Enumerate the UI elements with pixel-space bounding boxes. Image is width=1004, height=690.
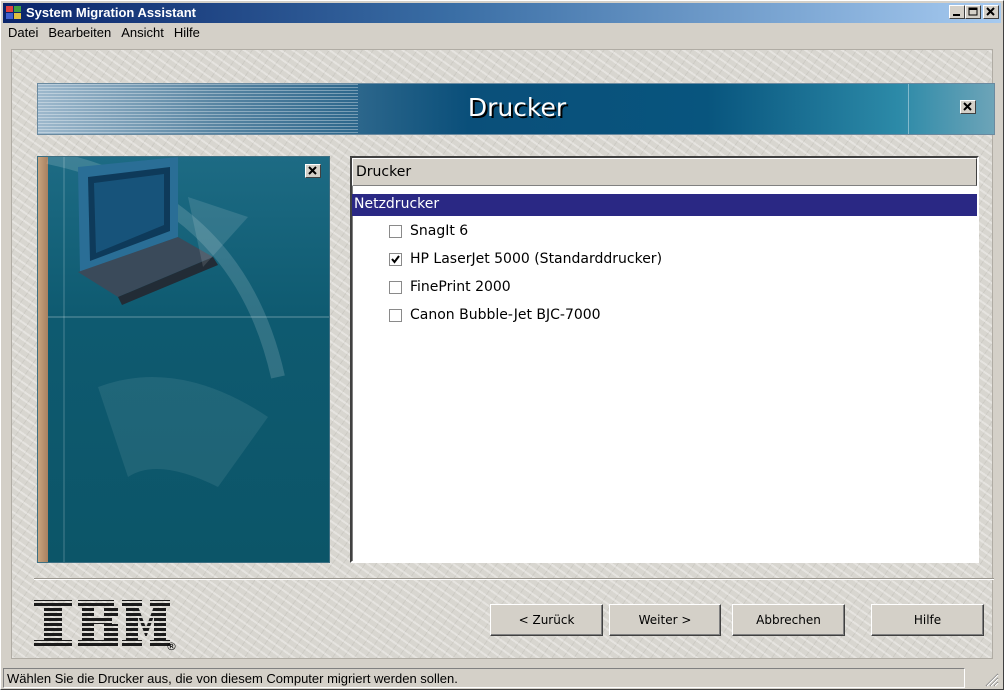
list-column-header[interactable]: Drucker [352,158,977,186]
status-text: Wählen Sie die Drucker aus, die von dies… [3,668,965,688]
panel-close-button[interactable] [305,164,321,178]
printer-list: Drucker Netzdrucker SnagIt 6 HP LaserJet… [350,156,979,563]
wizard-content: Drucker Drucker Netzdrucker SnagIt 6 HP … [11,49,995,659]
printer-item[interactable]: SnagIt 6 [389,220,468,242]
back-button[interactable]: < Zurück [490,604,603,636]
cancel-button[interactable]: Abbrechen [732,604,845,636]
printer-checkbox[interactable] [389,280,402,294]
size-grip-icon[interactable] [983,671,999,687]
help-button[interactable]: Hilfe [871,604,984,636]
close-icon [963,102,972,111]
printer-checkbox[interactable] [389,252,402,266]
footer-divider [34,578,994,580]
computer-illustration [46,157,329,562]
registered-mark: ® [166,640,177,653]
title-bar[interactable]: System Migration Assistant [3,3,1001,23]
menu-item-hilfe[interactable]: Hilfe [169,24,205,43]
close-button[interactable] [983,5,999,19]
printer-checkbox[interactable] [389,224,402,238]
printer-label: Canon Bubble-Jet BJC-7000 [410,307,601,323]
close-icon [986,7,995,16]
maximize-button[interactable] [965,5,981,19]
window-title: System Migration Assistant [26,5,197,20]
printer-item[interactable]: Canon Bubble-Jet BJC-7000 [389,304,601,326]
page-banner: Drucker [37,83,995,135]
app-window: System Migration Assistant Datei Bearbei… [0,0,1004,690]
menu-item-ansicht[interactable]: Ansicht [116,24,169,43]
menu-item-datei[interactable]: Datei [3,24,43,43]
menu-bar: Datei Bearbeiten Ansicht Hilfe [3,24,205,43]
printer-label: SnagIt 6 [410,223,469,239]
illustration-panel [37,156,330,563]
menu-item-bearbeiten[interactable]: Bearbeiten [43,24,116,43]
page-title: Drucker [467,93,567,122]
printer-group-row[interactable]: Netzdrucker [352,194,977,216]
minimize-icon [953,14,960,16]
checkmark-icon [391,254,400,264]
window-controls [949,5,999,19]
close-icon [308,166,317,175]
minimize-button[interactable] [949,5,965,19]
printer-label: HP LaserJet 5000 (Standarddrucker) [410,251,663,267]
printer-item[interactable]: FinePrint 2000 [389,276,511,298]
printer-item[interactable]: HP LaserJet 5000 (Standarddrucker) [389,248,662,270]
next-button[interactable]: Weiter > [609,604,721,636]
banner-close-button[interactable] [960,100,976,114]
maximize-icon [968,7,978,16]
app-icon [6,6,21,19]
ibm-logo [34,600,170,646]
printer-label: FinePrint 2000 [410,279,511,295]
status-bar: Wählen Sie die Drucker aus, die von dies… [3,667,1001,689]
printer-checkbox[interactable] [389,308,402,322]
